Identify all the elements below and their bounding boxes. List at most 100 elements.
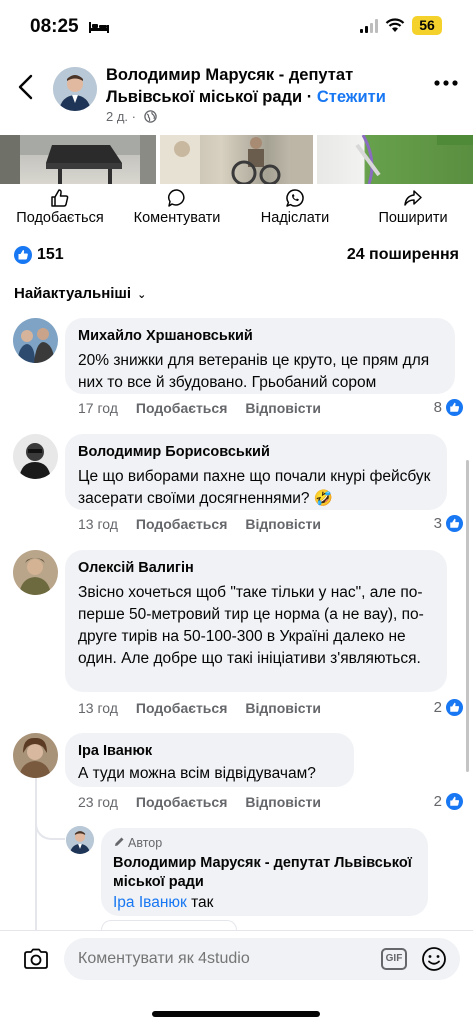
comment-meta: 13 год Подобається Відповісти [78,700,339,716]
whatsapp-icon [286,189,304,207]
commenter-avatar[interactable] [13,733,58,778]
thumbs-up-icon [450,402,460,412]
post-header: Володимир Марусяк - депутат Львівської м… [0,60,473,130]
thumbs-up-icon [450,702,460,712]
reply-bubble[interactable]: Автор Володимир Марусяк - депутат Львівс… [101,828,428,916]
like-reaction-icon[interactable] [14,246,32,264]
gif-icon[interactable]: GIF [381,948,407,970]
like-reaction-icon [446,515,463,532]
commenter-avatar[interactable] [13,318,58,363]
comment-time[interactable]: 17 год [78,400,118,416]
comment-bubble-icon [168,189,185,207]
reply-author-avatar[interactable] [66,826,94,854]
comment-likes[interactable]: 3 [434,515,463,532]
title-separator: · [302,88,317,106]
reactions-summary: 151 24 поширення [0,240,473,270]
comment-author[interactable]: Михайло Хршановський [78,327,442,346]
post-age[interactable]: 2 д. · [106,109,136,124]
back-arrow-icon[interactable] [14,72,38,102]
group-photo-icon [13,318,58,363]
battery-indicator: 56 [412,16,442,35]
reply-author[interactable]: Володимир Марусяк - депутат Львівської м… [113,854,416,892]
share-action[interactable]: Поширити [368,188,458,226]
more-options-icon[interactable] [434,78,458,88]
comment-meta: 17 год Подобається Відповісти [78,400,339,416]
follow-button[interactable]: Стежити [317,88,386,106]
thread-connector [35,790,65,840]
comment-likes[interactable]: 2 [434,699,463,716]
thumbs-up-icon [450,796,460,806]
comment-reply-button[interactable]: Відповісти [245,400,321,416]
comment-like-button[interactable]: Подобається [136,400,227,416]
scrollbar[interactable] [466,460,469,772]
comment-like-count: 2 [433,793,442,810]
shares-count[interactable]: 24 поширення [347,246,459,264]
post-image-1[interactable] [0,135,156,184]
comment-time[interactable]: 23 год [78,794,118,810]
mention-link[interactable]: Іра Іванюк [113,894,187,911]
comment-text: Це що виборами пахне що почали кнурі фей… [78,468,431,507]
comment-text: Звісно хочеться щоб "таке тільки у нас",… [78,584,424,667]
sleep-focus-icon [89,22,109,33]
post-meta: 2 д. · [106,109,157,124]
comment-sort-dropdown[interactable]: Найактуальніші ⌄ [14,285,146,302]
send-action-label: Надіслати [260,210,330,226]
post-image-3[interactable] [317,134,473,185]
status-time: 08:25 [30,16,79,37]
likes-count[interactable]: 151 [37,246,64,264]
like-reaction-icon [446,793,463,810]
post-image-2[interactable] [160,135,313,186]
comment-action-label: Коментувати [133,210,221,226]
post-images [0,134,473,186]
camera-icon[interactable] [23,948,49,970]
comment-time[interactable]: 13 год [78,516,118,532]
comment-likes[interactable]: 8 [434,399,463,416]
wifi-icon [385,18,405,32]
comment-like-count: 2 [433,699,442,716]
like-reaction-icon [446,399,463,416]
comment-reply-button[interactable]: Відповісти [245,794,321,810]
comment-likes[interactable]: 2 [434,793,463,810]
comment-author[interactable]: Володимир Борисовський [78,443,434,462]
person-portrait-icon [13,550,58,595]
reply-text: Іра Іванюк так [113,894,416,912]
comment-author[interactable]: Іра Іванюк [78,742,341,761]
comment-time[interactable]: 13 год [78,700,118,716]
emoji-icon[interactable] [421,946,447,972]
globe-icon [143,110,157,123]
comment-meta: 13 год Подобається Відповісти [78,516,339,532]
status-bar: 08:25 56 [0,0,473,54]
archery-photo-icon [355,134,473,185]
comment-like-button[interactable]: Подобається [136,700,227,716]
pencil-icon [115,837,124,846]
comment-bubble[interactable]: Михайло Хршановський 20% знижки для вете… [65,318,455,394]
comment-text: А туди можна всім відвідувачам? [78,765,316,782]
comment-meta: 23 год Подобається Відповісти [78,794,339,810]
commenter-avatar[interactable] [13,434,58,479]
cellular-signal-icon [360,19,378,33]
comment-reply-button[interactable]: Відповісти [245,700,321,716]
comment-like-button[interactable]: Подобається [136,794,227,810]
comment-bubble[interactable]: Іра Іванюк А туди можна всім відвідувача… [65,733,354,787]
comment-action[interactable]: Коментувати [126,188,228,226]
like-action[interactable]: Подобається [10,188,110,226]
thumbs-up-icon [450,518,460,528]
sort-label: Найактуальніші [14,285,132,302]
page-avatar[interactable] [53,67,97,111]
comment-like-count: 3 [433,515,442,532]
comment-bubble[interactable]: Олексій Валигін Звісно хочеться щоб "так… [65,550,447,692]
comment-bubble[interactable]: Володимир Борисовський Це що виборами па… [65,434,447,510]
page-title: Володимир Марусяк - депутат Львівської м… [106,64,406,108]
comment-like-button[interactable]: Подобається [136,516,227,532]
comment-author[interactable]: Олексій Валигін [78,559,434,578]
send-action[interactable]: Надіслати [252,188,338,226]
author-badge-label: Автор [128,836,163,850]
comment-like-count: 8 [433,399,442,416]
share-arrow-icon [404,190,422,206]
author-badge: Автор [113,836,416,850]
comment-reply-button[interactable]: Відповісти [245,516,321,532]
commenter-avatar[interactable] [13,550,58,595]
chevron-down-icon: ⌄ [137,289,147,301]
person-portrait-icon [13,434,58,479]
like-action-label: Подобається [16,210,104,226]
